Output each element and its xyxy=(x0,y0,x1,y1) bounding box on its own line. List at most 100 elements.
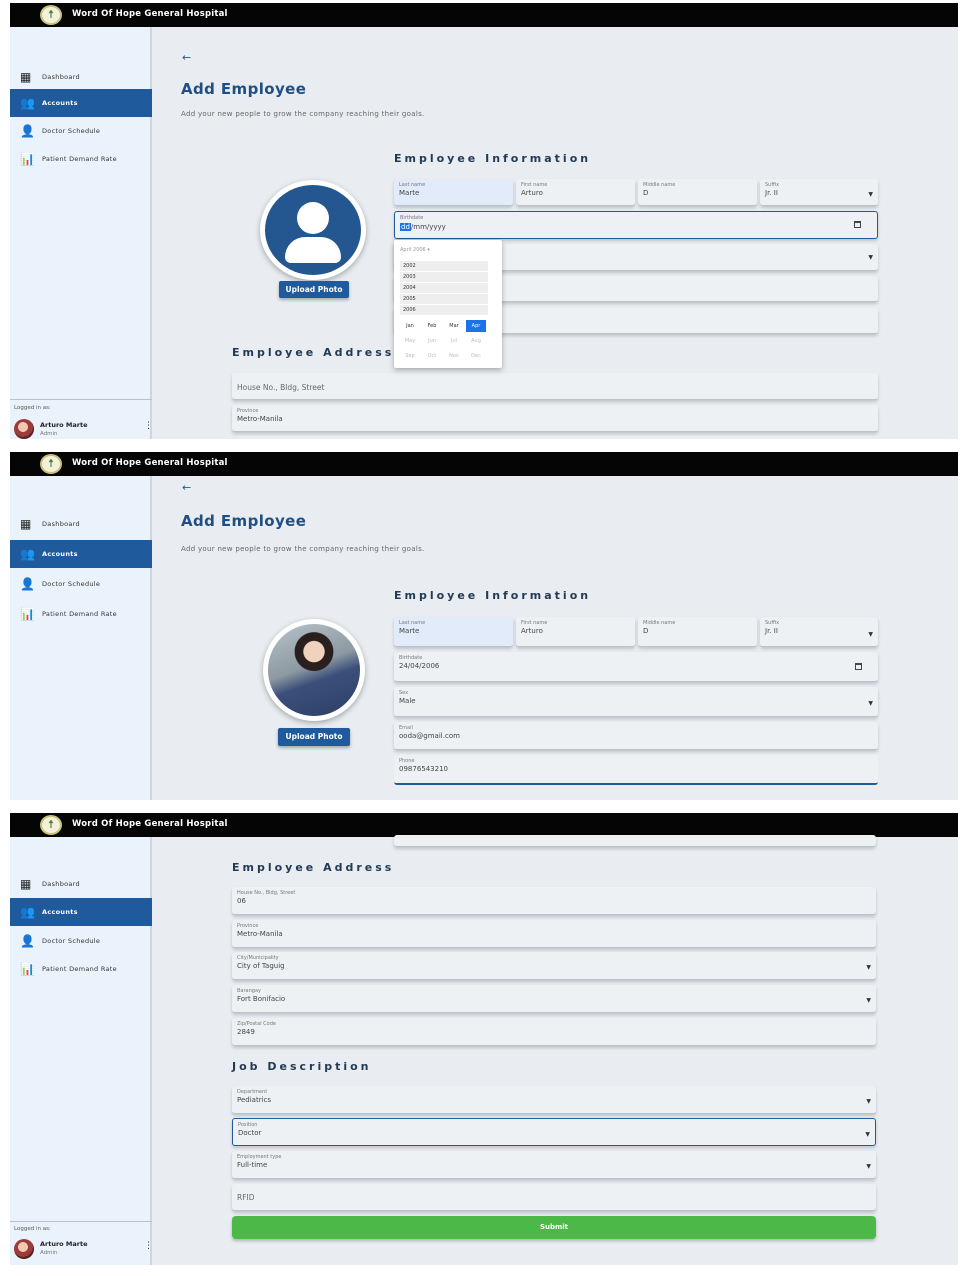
middle-name-field[interactable]: Middle name D xyxy=(638,617,757,647)
picker-year-option[interactable]: 2003 xyxy=(400,272,488,282)
field-value: City of Taguig xyxy=(237,962,285,970)
province-field[interactable]: Province Metro-Manila xyxy=(232,920,876,948)
doctor-schedule-icon: 👤 xyxy=(20,577,35,591)
back-arrow-icon[interactable]: ← xyxy=(182,481,191,494)
sidebar-item-doctor-schedule[interactable]: 👤 Doctor Schedule xyxy=(10,117,152,145)
picker-year-option[interactable]: 2005 xyxy=(400,294,488,304)
picker-month-option[interactable]: Oct xyxy=(422,350,442,362)
back-arrow-icon[interactable]: ← xyxy=(182,51,191,64)
accounts-icon: 👥 xyxy=(20,905,35,919)
date-segment-selected: dd xyxy=(400,223,411,231)
dashboard-icon: ▦ xyxy=(20,877,32,891)
field-label: Email xyxy=(399,725,413,731)
sidebar-item-label: Accounts xyxy=(42,99,78,107)
field-value: Marte xyxy=(399,189,420,197)
department-select[interactable]: Department Pediatrics ▼ xyxy=(232,1086,876,1114)
house-street-field[interactable]: House No., Bldg, Street 06 xyxy=(232,887,876,915)
picker-year-option[interactable]: 2004 xyxy=(400,283,488,293)
more-options-icon[interactable]: ⋮ xyxy=(144,1241,153,1251)
email-field[interactable]: Email ooda@gmail.com xyxy=(394,722,878,750)
zip-code-field[interactable]: Zip/Postal Code 2849 xyxy=(232,1018,876,1046)
demand-rate-icon: 📊 xyxy=(20,152,35,166)
last-name-field[interactable]: Last name Marte xyxy=(394,617,513,647)
field-value: Metro-Manila xyxy=(237,930,283,938)
house-street-field[interactable]: House No., Bldg, Street xyxy=(232,373,878,400)
hospital-logo-icon: ☨ xyxy=(40,454,62,474)
barangay-select[interactable]: Barangay Fort Bonifacio ▼ xyxy=(232,985,876,1013)
field-label: First name xyxy=(521,620,548,626)
first-name-field[interactable]: First name Arturo xyxy=(516,179,635,206)
employment-type-select[interactable]: Employment type Full-time ▼ xyxy=(232,1151,876,1179)
sidebar-item-doctor-schedule[interactable]: 👤 Doctor Schedule xyxy=(10,927,152,955)
sidebar: ▦ Dashboard 👥 Accounts 👤 Doctor Schedule… xyxy=(10,476,152,800)
suffix-select[interactable]: Suffix Jr. II ▼ xyxy=(760,617,878,647)
field-label: Zip/Postal Code xyxy=(237,1021,276,1027)
field-label: Barangay xyxy=(237,988,261,994)
picker-month-option[interactable]: Jun xyxy=(422,335,442,347)
chevron-down-icon: ▼ xyxy=(866,964,871,971)
field-value: Full-time xyxy=(237,1161,268,1169)
logged-in-label: Logged in as: xyxy=(14,405,51,411)
suffix-select[interactable]: Suffix Jr. II ▼ xyxy=(760,179,878,206)
top-bar: ☨ Word Of Hope General Hospital xyxy=(10,452,958,476)
picker-year-option[interactable]: 2006 xyxy=(400,305,488,315)
sidebar-item-dashboard[interactable]: ▦ Dashboard xyxy=(10,63,152,91)
sidebar-item-patient-demand-rate[interactable]: 📊 Patient Demand Rate xyxy=(10,955,152,983)
picker-month-option-selected[interactable]: Apr xyxy=(466,320,486,332)
upload-photo-button[interactable]: Upload Photo xyxy=(279,281,349,298)
first-name-field[interactable]: First name Arturo xyxy=(516,617,635,647)
chevron-down-icon: ▼ xyxy=(866,997,871,1004)
birthdate-field[interactable]: Birthdate dd/mm/yyyy xyxy=(394,211,878,239)
position-select[interactable]: Position Doctor ▼ xyxy=(232,1118,876,1146)
field-label: City/Municipality xyxy=(237,955,279,961)
middle-name-field[interactable]: Middle name D xyxy=(638,179,757,206)
picker-month-year-header[interactable]: April 2006 ▾ xyxy=(400,247,430,253)
picker-month-option[interactable]: Aug xyxy=(466,335,486,347)
rfid-field[interactable]: RFID xyxy=(232,1184,876,1211)
calendar-icon[interactable] xyxy=(855,663,862,670)
avatar-frame xyxy=(260,180,366,280)
picker-month-option[interactable]: May xyxy=(400,335,420,347)
field-label: Middle name xyxy=(643,620,676,626)
submit-button[interactable]: Submit xyxy=(232,1216,876,1239)
city-select[interactable]: City/Municipality City of Taguig ▼ xyxy=(232,952,876,980)
field-label: Birthdate xyxy=(400,215,424,221)
field-value: Jr. II xyxy=(765,627,778,635)
picker-month-option[interactable]: Sep xyxy=(400,350,420,362)
top-bar: ☨ Word Of Hope General Hospital xyxy=(10,3,958,27)
accounts-icon: 👥 xyxy=(20,547,35,561)
upload-photo-button[interactable]: Upload Photo xyxy=(278,728,350,746)
picker-month-option[interactable]: Feb xyxy=(422,320,442,332)
sidebar-item-dashboard[interactable]: ▦ Dashboard xyxy=(10,870,152,898)
picker-month-option[interactable]: Jul xyxy=(444,335,464,347)
sidebar-item-label: Accounts xyxy=(42,550,78,558)
sidebar-item-dashboard[interactable]: ▦ Dashboard xyxy=(10,510,152,538)
sidebar-item-doctor-schedule[interactable]: 👤 Doctor Schedule xyxy=(10,570,152,598)
screenshot-employee-info-filled: ☨ Word Of Hope General Hospital ▦ Dashbo… xyxy=(10,452,958,800)
sidebar: ▦ Dashboard 👥 Accounts 👤 Doctor Schedule… xyxy=(10,27,153,439)
field-value: ooda@gmail.com xyxy=(399,732,460,740)
birthdate-field[interactable]: Birthdate 24/04/2006 xyxy=(394,652,878,682)
more-options-icon[interactable]: ⋮ xyxy=(144,421,153,431)
calendar-icon[interactable] xyxy=(854,221,861,228)
sidebar-item-patient-demand-rate[interactable]: 📊 Patient Demand Rate xyxy=(10,600,152,628)
last-name-field[interactable]: Last name Marte xyxy=(394,179,513,206)
picker-year-option[interactable]: 2002 xyxy=(400,261,488,271)
field-label: Suffix xyxy=(765,620,780,626)
picker-month-option[interactable]: Dec xyxy=(466,350,486,362)
field-placeholder: RFID xyxy=(237,1193,255,1202)
picker-month-option[interactable]: Nov xyxy=(444,350,464,362)
sidebar-item-accounts[interactable]: 👥 Accounts xyxy=(10,540,152,568)
sidebar-item-patient-demand-rate[interactable]: 📊 Patient Demand Rate xyxy=(10,145,152,173)
phone-field[interactable]: Phone 09876543210 xyxy=(394,755,878,785)
picker-month-option[interactable]: Jan xyxy=(400,320,420,332)
sidebar-item-accounts[interactable]: 👥 Accounts xyxy=(10,898,152,926)
field-value: Arturo xyxy=(521,627,543,635)
phone-field-partial[interactable] xyxy=(394,835,876,847)
sidebar-item-accounts[interactable]: 👥 Accounts xyxy=(10,89,152,117)
sex-select[interactable]: Sex Male ▼ xyxy=(394,687,878,717)
chevron-down-icon: ▼ xyxy=(868,700,873,707)
divider xyxy=(10,399,152,400)
picker-month-option[interactable]: Mar xyxy=(444,320,464,332)
province-field[interactable]: Province Metro-Manila xyxy=(232,405,878,432)
